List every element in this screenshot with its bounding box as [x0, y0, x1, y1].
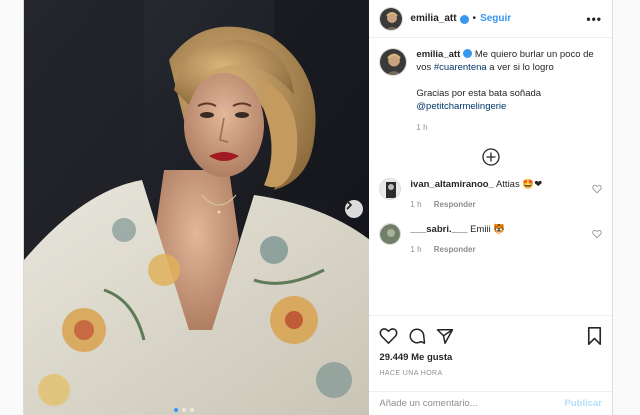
- heart-icon[interactable]: [379, 327, 398, 345]
- comment-item: ivan_altamiranoo_ Attias 🤩❤ 1 h Responde…: [379, 178, 602, 211]
- reply-button[interactable]: Responder: [434, 200, 476, 209]
- comment-text: Attias: [495, 179, 520, 190]
- comments-section: emilia_att Me quiero burlar un poco de v…: [369, 38, 612, 315]
- caption-line2: Gracias por esta bata soñada: [416, 88, 542, 99]
- add-comment-bar: Publicar: [369, 391, 612, 415]
- avatar[interactable]: [379, 48, 408, 76]
- bookmark-icon[interactable]: [587, 327, 602, 345]
- post-header: emilia_att • Seguir •••: [369, 0, 612, 38]
- caption-username[interactable]: emilia_att: [416, 49, 460, 60]
- caption-time: 1 h: [416, 123, 428, 132]
- carousel-dot: [190, 408, 194, 412]
- carousel-dot: [174, 408, 178, 412]
- heart-icon[interactable]: [592, 229, 602, 239]
- mention-link[interactable]: @petitcharmelingerie: [416, 100, 602, 113]
- post-caption: emilia_att Me quiero burlar un poco de v…: [379, 48, 602, 134]
- post-card: emilia_att • Seguir ••• emilia_att Me qu…: [23, 0, 613, 415]
- avatar-image: [380, 7, 403, 30]
- comment-icon[interactable]: [408, 327, 426, 345]
- comment-item: ___sabri.___ Emiii 🐯 1 h Responder: [379, 223, 602, 256]
- comment-body: ivan_altamiranoo_ Attias 🤩❤ 1 h Responde…: [410, 178, 542, 211]
- chevron-right-icon: [346, 200, 353, 210]
- comment-text: Emiii: [470, 224, 491, 235]
- comment-meta: 1 h Responder: [410, 198, 542, 211]
- post-sidebar: emilia_att • Seguir ••• emilia_att Me qu…: [369, 0, 612, 415]
- carousel-indicator: [174, 408, 194, 412]
- comment-emoji: 🤩❤: [522, 179, 543, 190]
- comment-username[interactable]: ___sabri.___: [410, 224, 467, 235]
- post-photo[interactable]: [24, 0, 370, 415]
- caption-text: emilia_att Me quiero burlar un poco de v…: [416, 48, 602, 134]
- action-bar: 29.449 Me gusta HACE UNA HORA: [369, 315, 612, 377]
- publish-button[interactable]: Publicar: [565, 398, 603, 409]
- share-icon[interactable]: [436, 328, 454, 345]
- comment-input[interactable]: [379, 398, 565, 409]
- comment-username[interactable]: ivan_altamiranoo_: [410, 179, 493, 190]
- header-username[interactable]: emilia_att: [410, 13, 456, 24]
- avatar-image: [380, 224, 401, 244]
- heart-icon[interactable]: [592, 184, 602, 194]
- comment-emoji: 🐯: [493, 224, 506, 235]
- photo-portrait: [24, 0, 370, 415]
- more-options-icon[interactable]: •••: [586, 12, 602, 26]
- post-timestamp: HACE UNA HORA: [379, 370, 443, 377]
- separator: •: [472, 13, 477, 24]
- comment-time: 1 h: [410, 245, 422, 254]
- avatar-image: [380, 49, 407, 75]
- caption-text-after: a ver si lo logro: [486, 62, 554, 73]
- carousel-dot: [182, 408, 186, 412]
- follow-button[interactable]: Seguir: [480, 13, 511, 24]
- action-icons: [379, 324, 602, 348]
- verified-icon: [459, 15, 469, 24]
- plus-circle-icon: [482, 148, 500, 166]
- avatar-image: [380, 179, 401, 199]
- load-more-comments-button[interactable]: [379, 148, 602, 166]
- avatar[interactable]: [379, 6, 404, 31]
- verified-icon: [463, 49, 473, 58]
- hashtag-link[interactable]: #cuarentena: [434, 62, 487, 73]
- reply-button[interactable]: Responder: [434, 245, 476, 254]
- carousel-next-button[interactable]: [345, 200, 363, 218]
- comment-time: 1 h: [410, 200, 422, 209]
- avatar[interactable]: [379, 178, 402, 200]
- avatar[interactable]: [379, 223, 402, 245]
- comment-body: ___sabri.___ Emiii 🐯 1 h Responder: [410, 223, 505, 256]
- comment-meta: 1 h Responder: [410, 243, 505, 256]
- likes-count[interactable]: 29.449 Me gusta: [379, 352, 602, 363]
